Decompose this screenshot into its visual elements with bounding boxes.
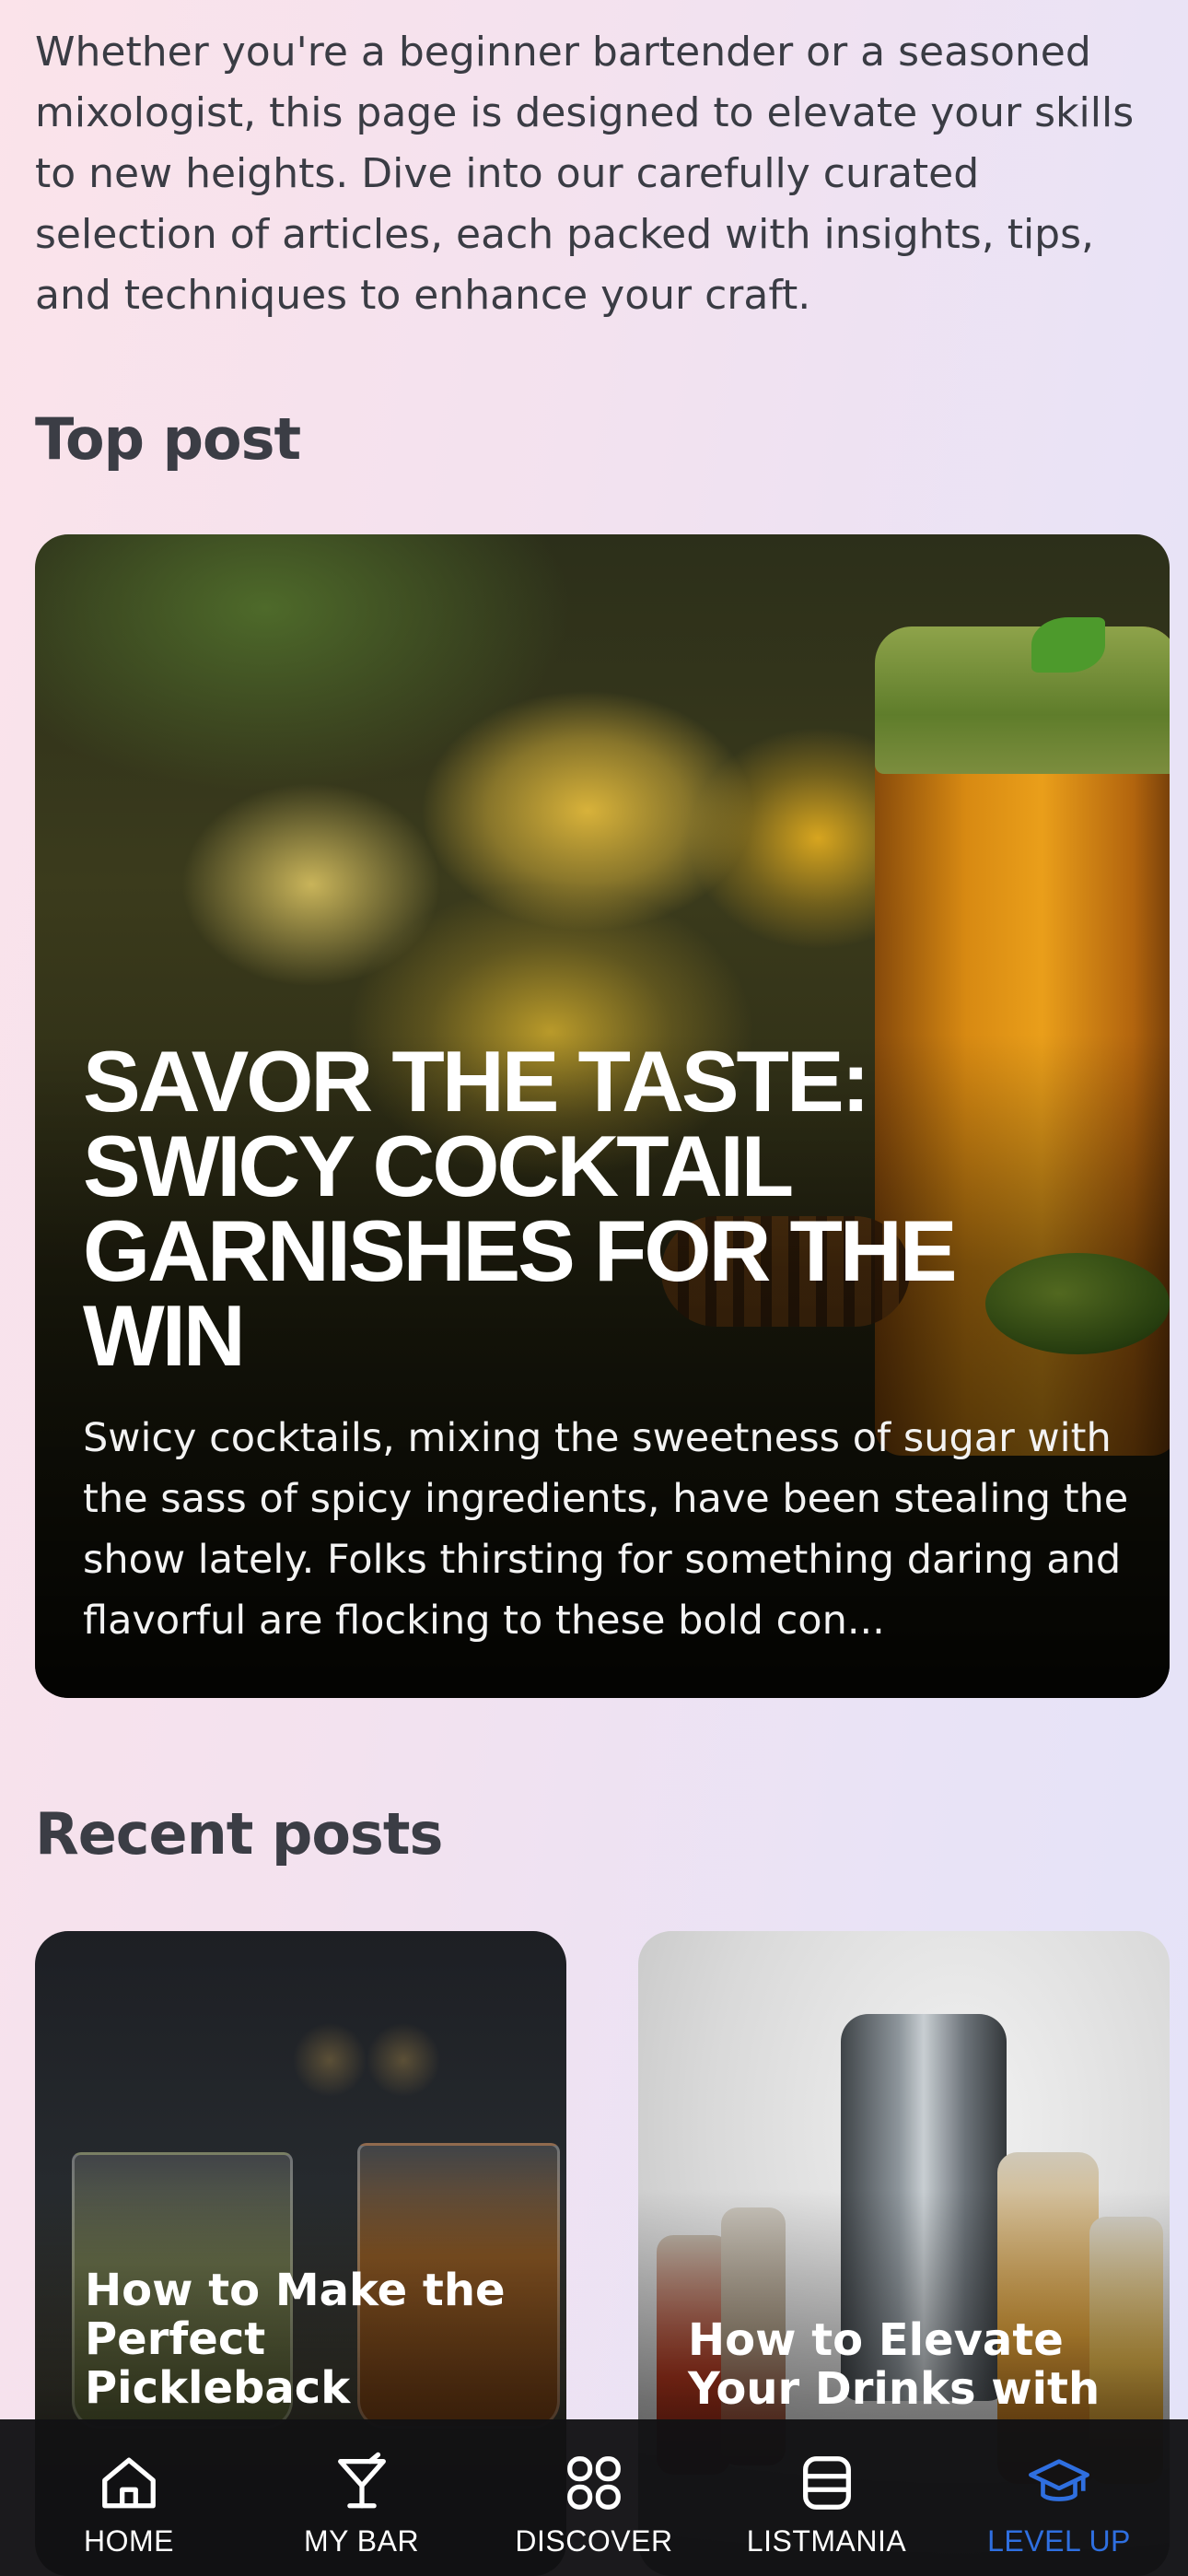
- tab-level-up-label: LEVEL UP: [987, 2524, 1131, 2558]
- tab-home-label: HOME: [84, 2524, 174, 2558]
- bottom-tab-bar: HOME MY BAR DISCOVER LISTMANIA LEVEL UP: [0, 2419, 1188, 2576]
- top-post-excerpt: Swicy cocktails, mixing the sweetness of…: [83, 1415, 1129, 1644]
- tab-discover-label: DISCOVER: [515, 2524, 673, 2558]
- grid-icon: [567, 2456, 621, 2510]
- list-icon: [802, 2456, 851, 2510]
- top-post-title: SAVOR THE TASTE: SWICY COCKTAIL GARNISHE…: [83, 1033, 958, 1384]
- recent-posts-heading: Recent posts: [35, 1800, 443, 1868]
- herb-garnish-image: [1031, 617, 1105, 673]
- recent-post-title: How to Make the Perfect Pickleback: [85, 2265, 506, 2414]
- tab-my-bar[interactable]: MY BAR: [251, 2419, 472, 2576]
- home-icon: [102, 2457, 156, 2509]
- tab-listmania[interactable]: LISTMANIA: [716, 2419, 938, 2576]
- tab-level-up[interactable]: LEVEL UP: [949, 2419, 1170, 2576]
- top-post-heading: Top post: [35, 405, 301, 473]
- tab-home[interactable]: HOME: [18, 2419, 239, 2576]
- recent-post-title: How to Elevate Your Drinks with: [688, 2314, 1101, 2415]
- intro-text: Whether you're a beginner bartender or a…: [35, 29, 1135, 319]
- graduation-cap-icon: [1029, 2459, 1089, 2501]
- tab-discover[interactable]: DISCOVER: [483, 2419, 705, 2576]
- tab-listmania-label: LISTMANIA: [746, 2524, 907, 2558]
- jar-rim-image: [875, 626, 1170, 774]
- top-post-card[interactable]: SAVOR THE TASTE: SWICY COCKTAIL GARNISHE…: [35, 534, 1170, 1698]
- tab-my-bar-label: MY BAR: [303, 2524, 420, 2558]
- cocktail-glass-icon: [337, 2452, 386, 2509]
